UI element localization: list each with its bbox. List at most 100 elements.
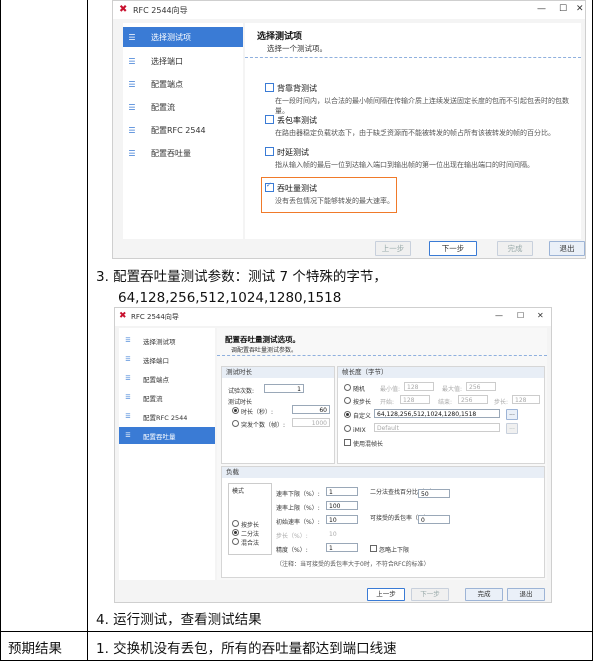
checkbox[interactable] bbox=[265, 147, 274, 156]
sidebar-item-select-test[interactable]: ☰ 选择测试项 bbox=[119, 332, 215, 349]
test-duration-panel: 测试时长 试验次数: 1 测试时长 时长（秒）: 60 突发个数（帧）: 100… bbox=[221, 366, 335, 464]
list-icon: ☰ bbox=[125, 356, 131, 363]
panel-title: 帧长度（字节） bbox=[338, 367, 544, 378]
radio[interactable] bbox=[344, 425, 351, 432]
radio[interactable] bbox=[232, 520, 239, 527]
list-icon: ☰ bbox=[125, 337, 131, 344]
time-option[interactable]: 时长（秒）: bbox=[232, 407, 273, 416]
step-option[interactable]: 按步长 bbox=[344, 397, 371, 406]
prev-button[interactable]: 上一步 bbox=[367, 588, 405, 601]
max-input[interactable]: 256 bbox=[466, 382, 496, 391]
list-icon: ☰ bbox=[125, 413, 131, 420]
mode-combined[interactable]: 混合法 bbox=[232, 538, 259, 547]
minimize-button[interactable]: — bbox=[537, 4, 546, 14]
option-title: 背靠背测试 bbox=[277, 84, 317, 93]
mode-group: 模式 按步长 二分法 混合法 bbox=[228, 483, 272, 555]
next-button[interactable]: 下一步 bbox=[411, 588, 449, 601]
custom-more-button[interactable]: ... bbox=[506, 409, 518, 420]
trials-input[interactable]: 1 bbox=[264, 384, 304, 393]
wizard-sidebar: ☰ 选择测试项 ☰ 选择端口 ☰ 配置端点 ☰ 配置流 ☰ 配置RFC 2544 ☰ 配置吞… bbox=[123, 23, 243, 239]
sidebar-item-throughput[interactable]: ☰ 配置吞吐量 bbox=[119, 427, 215, 444]
minimize-button[interactable]: — bbox=[495, 311, 503, 320]
mode-step[interactable]: 按步长 bbox=[232, 520, 259, 529]
init-rate-input[interactable]: 10 bbox=[326, 515, 358, 524]
frames-input[interactable]: 1000 bbox=[292, 418, 330, 427]
precision-input[interactable]: 1 bbox=[326, 543, 358, 552]
imix-input[interactable]: Default bbox=[374, 423, 500, 432]
sidebar-item-label: 选择测试项 bbox=[143, 337, 176, 346]
sidebar-item-rfc2544[interactable]: ☰ 配置RFC 2544 bbox=[123, 120, 243, 140]
sidebar-item-label: 配置端点 bbox=[143, 375, 169, 384]
list-icon: ☰ bbox=[128, 32, 136, 42]
sidebar-item-endpoints[interactable]: ☰ 配置端点 bbox=[123, 74, 243, 94]
checkbox[interactable] bbox=[370, 545, 377, 552]
maximize-button[interactable]: ☐ bbox=[559, 4, 567, 14]
expected-result-text: 1. 交换机没有丢包，所有的吞吐量都达到端口线速 bbox=[96, 641, 397, 657]
sidebar-item-select-port[interactable]: ☰ 选择端口 bbox=[123, 51, 243, 71]
sidebar-item-select-test[interactable]: ☰ 选择测试项 bbox=[123, 27, 243, 47]
maximize-button[interactable]: ☐ bbox=[517, 311, 524, 320]
min-input[interactable]: 128 bbox=[404, 382, 434, 391]
window-title: RFC 2544向导 bbox=[131, 313, 179, 321]
load-note: （注释：当可接受的丢包率大于0时，不符合RFC的标准） bbox=[276, 561, 430, 568]
finish-button[interactable]: 完成 bbox=[465, 588, 503, 601]
sidebar-item-rfc2544[interactable]: ☰ 配置RFC 2544 bbox=[119, 408, 215, 425]
prev-button[interactable]: 上一步 bbox=[375, 241, 411, 256]
checkbox[interactable] bbox=[344, 439, 351, 446]
radio[interactable] bbox=[232, 538, 239, 545]
mixed-size-option[interactable]: 使用混帧长 bbox=[344, 439, 383, 448]
radio[interactable] bbox=[344, 384, 351, 391]
radio-selected[interactable] bbox=[232, 529, 239, 536]
start-input[interactable]: 128 bbox=[400, 395, 430, 404]
sidebar-item-streams[interactable]: ☰ 配置流 bbox=[123, 97, 243, 117]
sidebar-item-streams[interactable]: ☰ 配置流 bbox=[119, 389, 215, 406]
exit-button[interactable]: 退出 bbox=[549, 241, 585, 256]
wizard-window-throughput: ✖ RFC 2544向导 — ☐ ✕ ☰ 选择测试项 ☰ 选择端口 ☰ 配置端点 ☰ 配… bbox=[114, 307, 552, 603]
imix-more-button[interactable]: ... bbox=[506, 423, 518, 434]
rate-low-input[interactable]: 1 bbox=[326, 487, 358, 496]
finish-button[interactable]: 完成 bbox=[497, 241, 533, 256]
list-icon: ☰ bbox=[128, 125, 136, 135]
next-button[interactable]: 下一步 bbox=[429, 241, 477, 256]
ignore-bounds-option[interactable]: 忽略上下限 bbox=[370, 545, 409, 554]
radio-selected[interactable] bbox=[232, 407, 239, 414]
stepsize-input[interactable]: 128 bbox=[512, 395, 540, 404]
option-title: 丢包率测试 bbox=[277, 116, 317, 125]
option-back-to-back[interactable]: 背靠背测试 在一段时间内，以合法的最小帧间隔在传输介质上连续发送固定长度的包而不… bbox=[265, 83, 581, 116]
content-area: 选择测试项 选择一个测试项。 背靠背测试 在一段时间内，以合法的最小帧间隔在传输… bbox=[245, 23, 581, 239]
stepsize-label: 步长: bbox=[494, 399, 509, 406]
close-button[interactable]: ✕ bbox=[537, 311, 544, 320]
radio-selected[interactable] bbox=[344, 411, 351, 418]
list-icon: ☰ bbox=[128, 102, 136, 112]
page-title: 选择测试项 bbox=[257, 32, 303, 42]
list-icon: ☰ bbox=[128, 148, 136, 158]
exit-button[interactable]: 退出 bbox=[507, 588, 545, 601]
close-button[interactable]: ✕ bbox=[576, 4, 584, 14]
time-input[interactable]: 60 bbox=[292, 405, 330, 414]
step-input[interactable]: 10 bbox=[326, 529, 358, 538]
sidebar-item-endpoints[interactable]: ☰ 配置端点 bbox=[119, 370, 215, 387]
mode-binary[interactable]: 二分法 bbox=[232, 529, 259, 538]
panel-title: 测试时长 bbox=[222, 367, 334, 378]
sidebar-item-select-port[interactable]: ☰ 选择端口 bbox=[119, 351, 215, 368]
trials-label: 试验次数: bbox=[228, 388, 255, 395]
checkbox-checked[interactable] bbox=[265, 181, 274, 192]
custom-option[interactable]: 自定义 bbox=[344, 411, 371, 420]
rate-high-input[interactable]: 100 bbox=[326, 501, 358, 510]
acceptable-loss-input[interactable]: 0 bbox=[418, 515, 450, 524]
checkbox[interactable] bbox=[265, 83, 274, 92]
option-latency[interactable]: 时延测试 指从输入帧的最后一位到达输入端口到输出帧的第一位出现在输出端口的时间间… bbox=[265, 147, 534, 170]
title-bar: ✖ RFC 2544向导 — ☐ ✕ bbox=[113, 1, 585, 19]
radio[interactable] bbox=[232, 420, 239, 427]
custom-sizes-input[interactable]: 64,128,256,512,1024,1280,1518 bbox=[374, 409, 500, 418]
end-input[interactable]: 256 bbox=[458, 395, 488, 404]
random-option[interactable]: 随机 bbox=[344, 384, 365, 393]
frames-option[interactable]: 突发个数（帧）: bbox=[232, 420, 285, 429]
imix-option[interactable]: iMIX bbox=[344, 425, 366, 434]
sidebar-item-throughput[interactable]: ☰ 配置吞吐量 bbox=[123, 143, 243, 163]
option-throughput[interactable]: 吞吐量测试 没有丢包情况下能够转发的最大速率。 bbox=[265, 181, 394, 206]
checkbox[interactable] bbox=[265, 115, 274, 124]
option-frame-loss[interactable]: 丢包率测试 在路由器稳定负载状态下，由于缺乏资源而不能被转发的帧占所有该被转发的… bbox=[265, 115, 555, 138]
binary-percent-input[interactable]: 50 bbox=[418, 489, 450, 498]
radio[interactable] bbox=[344, 397, 351, 404]
